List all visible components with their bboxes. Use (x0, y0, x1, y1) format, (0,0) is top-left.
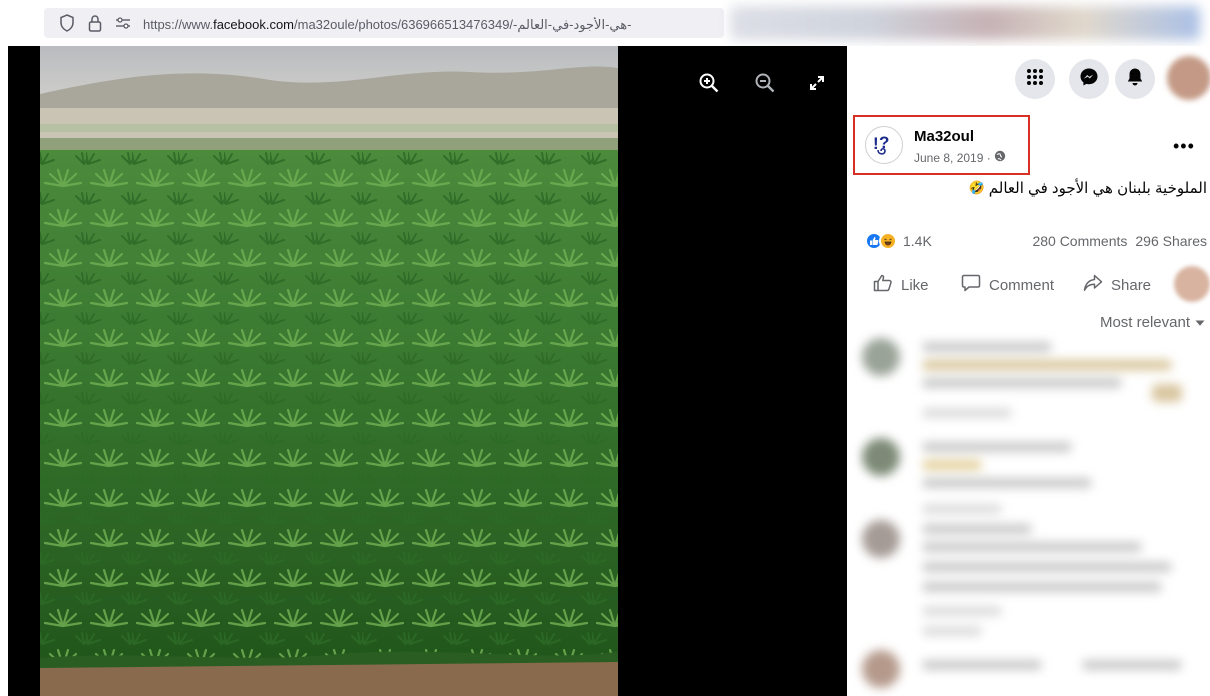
menu-grid-icon (1026, 68, 1044, 91)
url-path: /ma32oule/photos/636966513476349/-هي-الأ… (294, 17, 632, 32)
reactions-summary[interactable]: 1.4K (865, 232, 932, 250)
zoom-out-button[interactable] (752, 72, 778, 98)
globe-icon (994, 150, 1006, 165)
top-icons-bar (847, 46, 1210, 106)
comment-icon (961, 274, 981, 296)
url-text[interactable]: https://www.facebook.com/ma32oule/photos… (143, 17, 718, 33)
engagement-counts: 280 Comments 296 Shares (1032, 233, 1207, 249)
sort-label: Most relevant (1099, 314, 1190, 331)
share-icon (1083, 274, 1103, 296)
like-button[interactable]: Like (873, 274, 929, 296)
messenger-button[interactable] (1069, 59, 1109, 99)
url-prefix: https://www. (143, 17, 214, 32)
notifications-icon (1126, 67, 1144, 92)
fullscreen-icon (809, 75, 825, 96)
thumbs-up-icon (873, 274, 893, 296)
commenter-avatar-selector[interactable] (1174, 266, 1210, 302)
fullscreen-button[interactable] (804, 72, 830, 98)
url-domain: facebook.com (213, 17, 295, 32)
browser-toolbar: https://www.facebook.com/ma32oule/photos… (0, 0, 1210, 46)
comment-button[interactable]: Comment (961, 274, 1054, 296)
comments-count[interactable]: 280 Comments (1032, 233, 1127, 249)
photo-viewer (8, 46, 847, 696)
caret-down-icon (1195, 314, 1205, 331)
zoom-in-button[interactable] (696, 72, 722, 98)
notifications-button[interactable] (1115, 59, 1155, 99)
share-label: Share (1111, 276, 1152, 294)
haha-reaction-icon (879, 232, 897, 250)
lock-icon[interactable] (86, 14, 104, 32)
redacted-toolbar-area (730, 6, 1200, 40)
menu-button[interactable] (1015, 59, 1055, 99)
shield-icon[interactable] (58, 14, 76, 32)
page-avatar[interactable]: ! ? (865, 126, 903, 164)
author-name[interactable]: Ma32oul (914, 128, 974, 145)
comments-sort-dropdown[interactable]: Most relevant (1100, 314, 1205, 331)
more-options-icon[interactable]: ••• (1173, 136, 1195, 157)
shares-count[interactable]: 296 Shares (1135, 233, 1207, 249)
account-avatar[interactable] (1167, 56, 1210, 100)
like-label: Like (901, 276, 929, 294)
share-button[interactable]: Share (1083, 274, 1151, 296)
post-text: الملوخية بلبنان هي الأجود في العالم 🤣 (969, 179, 1207, 197)
post-panel: ! ? Ma32oul June 8, 2019 · ••• الملوخية … (847, 46, 1210, 696)
post-actions: Like Comment Share (865, 270, 1210, 300)
post-text-content: الملوخية بلبنان هي الأجود في العالم (988, 180, 1207, 197)
zoom-out-icon (755, 73, 775, 98)
post-date[interactable]: June 8, 2019 · (914, 151, 991, 165)
messenger-icon (1079, 67, 1099, 92)
post-meta: June 8, 2019 · (914, 150, 1006, 165)
reactions-count: 1.4K (903, 233, 932, 249)
post-photo[interactable] (40, 46, 618, 696)
zoom-in-icon (699, 73, 719, 98)
permissions-icon[interactable] (114, 14, 132, 32)
laughing-emoji: 🤣 (968, 180, 985, 195)
comment-label: Comment (989, 276, 1055, 294)
